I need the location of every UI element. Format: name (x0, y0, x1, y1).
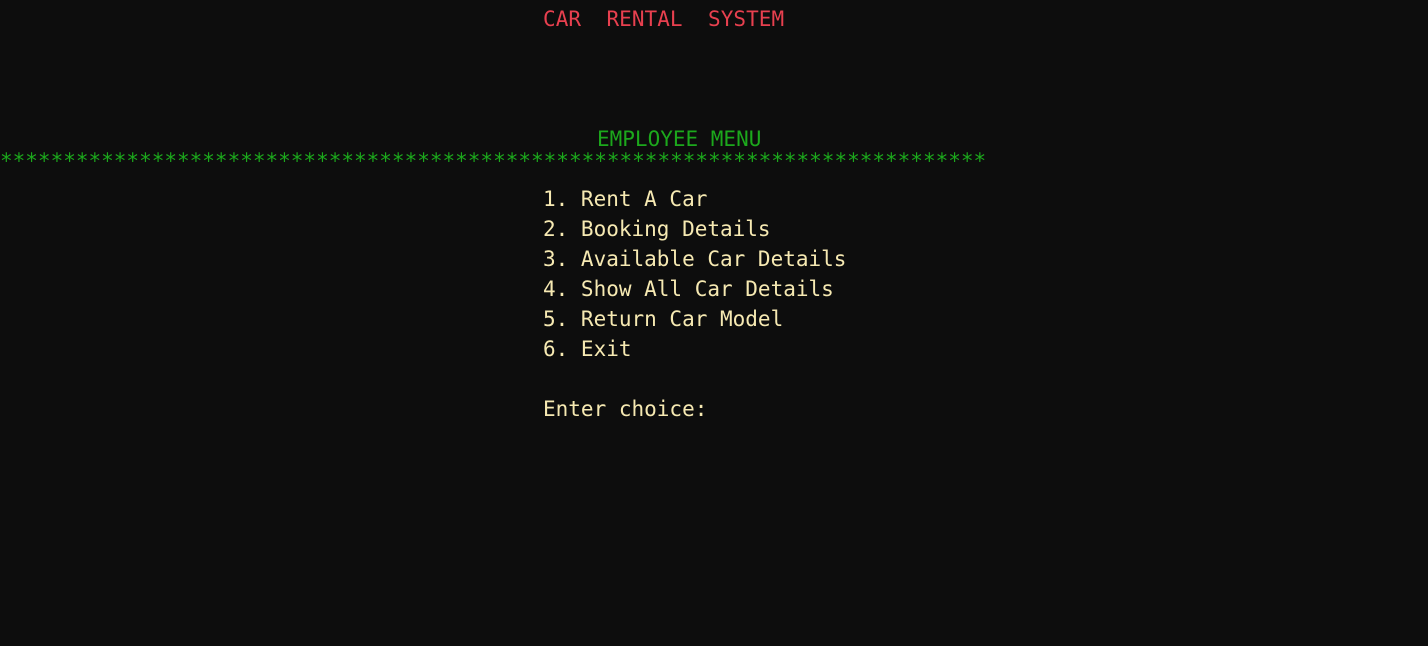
menu-item-show-all-car-details[interactable]: 4. Show All Car Details (543, 274, 834, 304)
menu-item-return-car-model[interactable]: 5. Return Car Model (543, 304, 783, 334)
menu-item-exit[interactable]: 6. Exit (543, 334, 632, 364)
separator-asterisk-row: ****************************************… (0, 149, 987, 173)
enter-choice-prompt[interactable]: Enter choice: (543, 394, 725, 424)
terminal-screen: CAR RENTAL SYSTEM EMPLOYEE MENU ********… (0, 0, 1428, 646)
enter-choice-label: Enter choice: (543, 397, 708, 421)
choice-input[interactable] (707, 399, 725, 421)
menu-item-available-car-details[interactable]: 3. Available Car Details (543, 244, 846, 274)
menu-item-booking-details[interactable]: 2. Booking Details (543, 214, 771, 244)
page-title: CAR RENTAL SYSTEM (543, 7, 785, 31)
menu-item-rent-a-car[interactable]: 1. Rent A Car (543, 184, 707, 214)
